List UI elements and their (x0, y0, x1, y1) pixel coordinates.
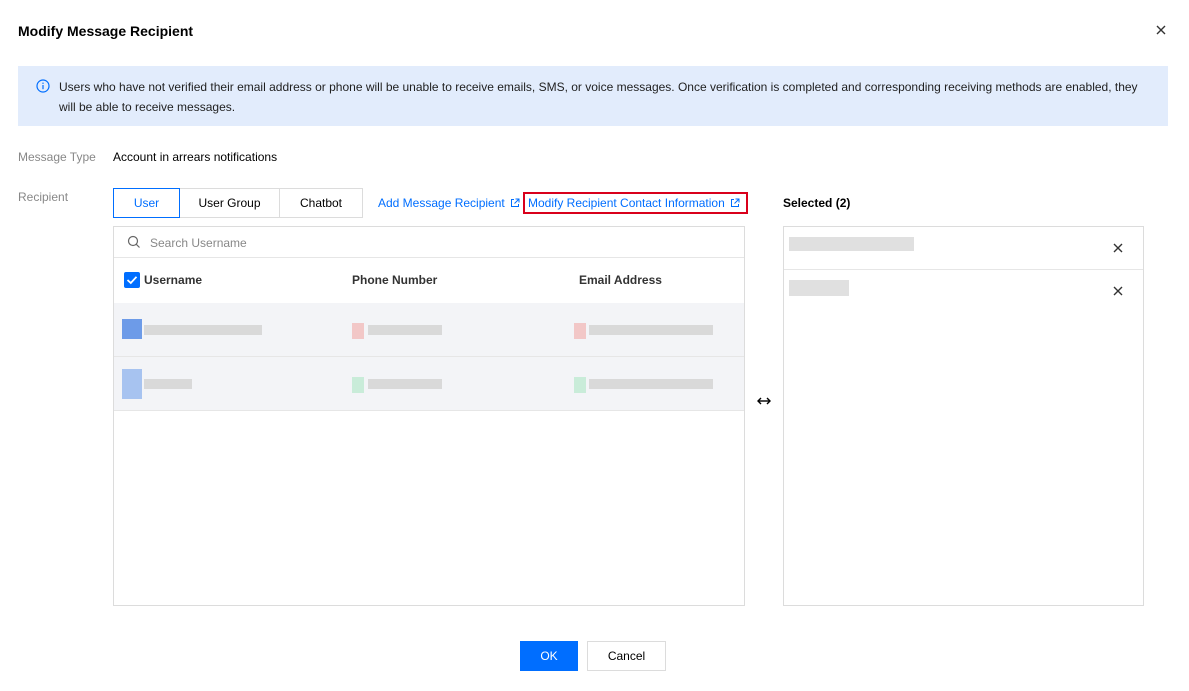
redacted-username (144, 325, 262, 335)
redacted-avatar (122, 369, 142, 399)
ok-button[interactable]: OK (520, 641, 578, 671)
add-message-recipient-link[interactable]: Add Message Recipient (378, 196, 520, 210)
redacted-flag (352, 377, 364, 393)
redacted-phone (368, 325, 442, 335)
user-list-panel: Username Phone Number Email Address (113, 226, 745, 606)
select-all-checkbox[interactable] (124, 272, 140, 288)
table-row[interactable] (114, 357, 744, 411)
search-icon (127, 235, 140, 248)
message-type-label: Message Type (18, 150, 96, 164)
notice-text: Users who have not verified their email … (59, 80, 1138, 114)
redacted-flag (574, 377, 586, 393)
transfer-arrows-icon (757, 397, 771, 405)
selected-item (784, 270, 1143, 312)
redacted-email (589, 379, 713, 389)
redacted-phone (368, 379, 442, 389)
info-notice: Users who have not verified their email … (18, 66, 1168, 126)
tab-user-group[interactable]: User Group (179, 188, 280, 218)
redacted-selected-name (789, 280, 849, 296)
column-phone-number: Phone Number (352, 273, 438, 287)
redacted-avatar (122, 319, 142, 339)
cancel-button[interactable]: Cancel (587, 641, 666, 671)
external-link-icon (510, 198, 520, 207)
redacted-email (589, 325, 713, 335)
search-input[interactable] (148, 232, 732, 254)
selected-item (784, 227, 1143, 270)
remove-icon[interactable] (1112, 242, 1124, 254)
message-type-value: Account in arrears notifications (113, 150, 278, 164)
recipient-label: Recipient (18, 190, 69, 204)
search-bar (114, 227, 744, 258)
table-row[interactable] (114, 303, 744, 357)
info-circle-icon (36, 79, 50, 93)
modify-recipient-contact-link[interactable]: Modify Recipient Contact Information (528, 196, 740, 210)
redacted-username (144, 379, 192, 389)
column-username: Username (144, 273, 203, 287)
external-link-icon (730, 198, 740, 207)
dialog-title: Modify Message Recipient (18, 23, 194, 39)
column-email-address: Email Address (579, 273, 662, 287)
add-message-recipient-label: Add Message Recipient (378, 196, 505, 210)
redacted-flag (574, 323, 586, 339)
table-header: Username Phone Number Email Address (114, 257, 744, 304)
redacted-flag (352, 323, 364, 339)
modify-recipient-contact-label: Modify Recipient Contact Information (528, 196, 725, 210)
tab-user[interactable]: User (113, 188, 180, 218)
checkmark-icon (126, 276, 138, 285)
tab-chatbot[interactable]: Chatbot (279, 188, 363, 218)
selected-title: Selected (2) (783, 196, 851, 210)
redacted-selected-name (789, 237, 914, 251)
selected-list-panel (783, 226, 1144, 606)
close-icon[interactable] (1153, 22, 1169, 38)
remove-icon[interactable] (1112, 285, 1124, 297)
